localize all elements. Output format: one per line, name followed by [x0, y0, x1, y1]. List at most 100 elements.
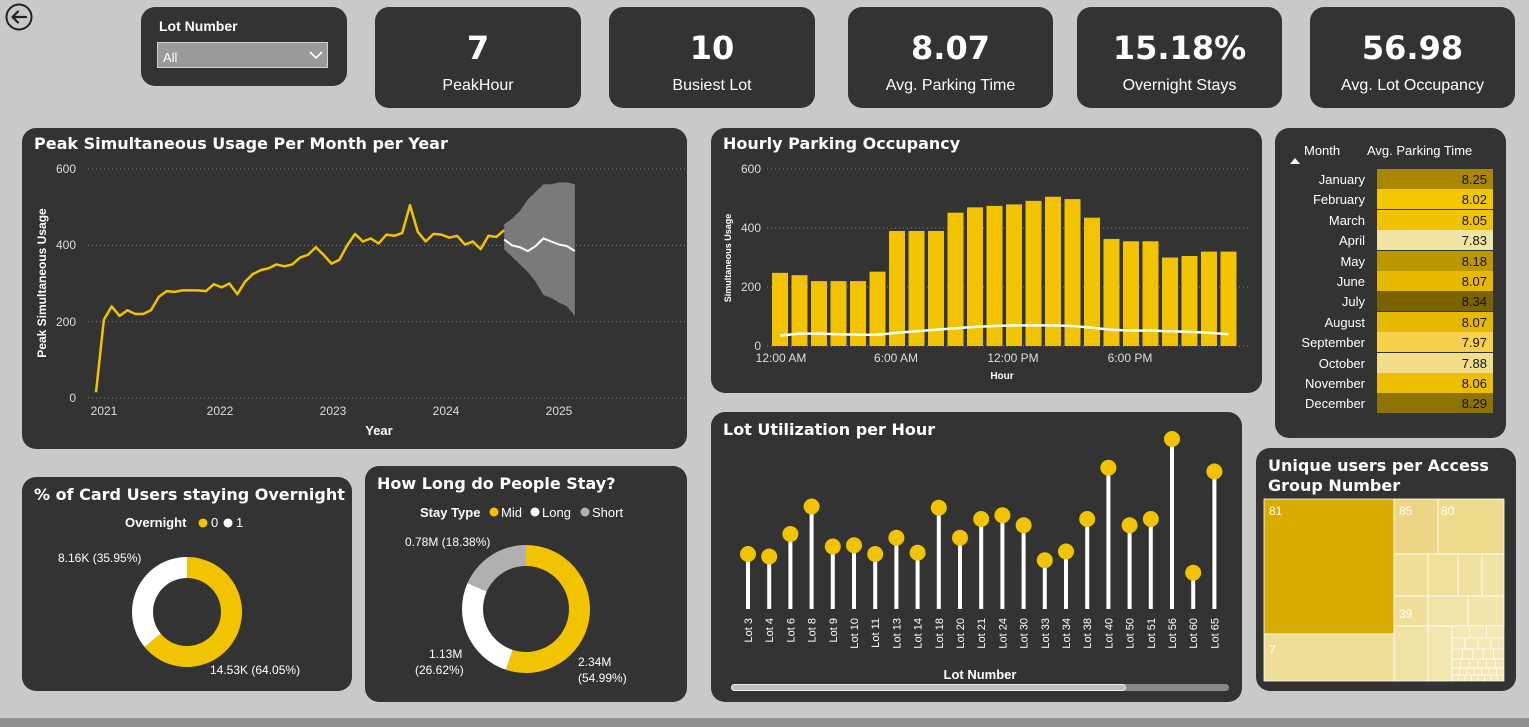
kpi-card-avg-parking-time: 8.07 Avg. Parking Time	[848, 7, 1053, 108]
scrollbar-thumb[interactable]	[731, 684, 1126, 691]
value-cell: 8.07	[1377, 311, 1493, 332]
treemap-tile	[1494, 658, 1505, 669]
donut-slice-short	[467, 545, 526, 592]
value-cell: 8.25	[1377, 169, 1493, 189]
treemap-tile	[1427, 553, 1459, 597]
table-row[interactable]: June 8.07	[1287, 271, 1493, 291]
column-header-avg-parking-time[interactable]: Avg. Parking Time	[1367, 143, 1472, 158]
legend-marker-short	[580, 507, 590, 517]
table-row[interactable]: August 8.07	[1287, 311, 1493, 332]
month-cell: July	[1341, 294, 1365, 310]
table-row[interactable]: January 8.25	[1287, 169, 1493, 189]
hourly-bar	[1064, 199, 1081, 346]
legend-label-mid: Mid	[501, 505, 522, 520]
x-tick: Lot 33	[1040, 618, 1052, 649]
table-row[interactable]: March 8.05	[1287, 209, 1493, 230]
treemap-card[interactable]: Unique users per Access Group Number 81 …	[1256, 448, 1516, 691]
month-cell: June	[1336, 274, 1365, 289]
x-tick: Lot 24	[997, 618, 1009, 649]
treemap-tile	[1490, 637, 1505, 650]
treemap-tile	[1486, 658, 1496, 669]
lollipop-head	[824, 538, 841, 555]
forecast-band	[504, 182, 575, 316]
data-label-0: 14.53K (64.05%)	[210, 663, 300, 677]
month-cell: December	[1305, 396, 1365, 412]
column-header-month[interactable]: Month	[1304, 143, 1340, 158]
legend-marker-long	[530, 507, 540, 517]
treemap-tile	[1451, 667, 1460, 676]
kpi-value: 56.98	[1361, 29, 1464, 67]
x-tick: Lot 34	[1061, 618, 1073, 649]
lollipop-head	[867, 546, 884, 562]
treemap-tile	[1473, 667, 1483, 676]
data-label-long-pct: (26.62%)	[415, 663, 464, 677]
donut-slice-1	[131, 557, 187, 647]
value-cell: 8.34	[1377, 291, 1493, 312]
x-tick: 6:00 PM	[1108, 351, 1153, 365]
lollipop-head	[930, 499, 947, 516]
hourly-occupancy-chart-card[interactable]: Hourly Parking Occupancy 600 400 200 0 1…	[711, 128, 1262, 393]
lollipop-head	[782, 526, 799, 542]
treemap-tile	[1451, 674, 1459, 682]
treemap-tile	[1462, 648, 1474, 660]
tile-label-7: 7	[1269, 643, 1276, 657]
horizontal-scrollbar[interactable]	[731, 684, 1229, 691]
back-arrow-icon[interactable]	[4, 2, 34, 32]
peak-usage-chart-card[interactable]: Peak Simultaneous Usage Per Month per Ye…	[22, 128, 687, 449]
stay-type-donut-card[interactable]: How Long do People Stay? Stay Type Mid L…	[365, 466, 687, 702]
x-tick: Lot 6	[785, 618, 797, 642]
table-row[interactable]: December 8.29	[1287, 393, 1493, 414]
table-row[interactable]: October 7.88	[1287, 352, 1493, 373]
lollipop-head	[1206, 463, 1223, 480]
treemap-tile	[1460, 658, 1470, 669]
overnight-donut-card[interactable]: % of Card Users staying Overnight Overni…	[22, 477, 352, 691]
sort-ascending-icon[interactable]	[1290, 157, 1300, 165]
lollipop-head	[740, 546, 756, 562]
x-tick: 2023	[320, 404, 347, 418]
legend-label-0: 0	[211, 515, 218, 530]
actual-line	[94, 204, 506, 393]
month-parking-time-table[interactable]: Month Avg. Parking Time January 8.25 Febru…	[1275, 128, 1506, 438]
lollipop-head	[1079, 511, 1096, 527]
kpi-value: 15.18%	[1112, 29, 1247, 67]
tile-label-80: 80	[1441, 504, 1455, 518]
treemap-tile	[1471, 674, 1479, 682]
table-row[interactable]: April 7.83	[1287, 230, 1493, 251]
x-tick: Lot 65	[1209, 618, 1221, 649]
x-tick: Lot 60	[1188, 618, 1200, 649]
treemap-tile	[1459, 667, 1468, 676]
month-cell: August	[1324, 314, 1365, 330]
lot-number-dropdown[interactable]: All	[157, 42, 328, 68]
table-row[interactable]: July 8.34	[1287, 291, 1493, 312]
treemap-tile	[1393, 625, 1429, 682]
lot-utilization-chart-card[interactable]: Lot Utilization per Hour Lot Number Lot …	[711, 412, 1242, 702]
x-tick: Lot 10	[849, 618, 861, 649]
y-tick: 0	[69, 391, 76, 405]
legend-marker-mid	[489, 507, 499, 517]
x-tick: Lot 20	[955, 618, 967, 649]
lollipop-head	[1185, 564, 1202, 581]
kpi-card-busiest-lot: 10 Busiest Lot	[609, 7, 815, 108]
value-cell: 8.05	[1377, 209, 1493, 230]
tile-label-39: 39	[1399, 607, 1413, 621]
value-text: 7.88	[1461, 355, 1487, 371]
lollipop-head	[1121, 517, 1138, 534]
table-row[interactable]: May 8.18	[1287, 250, 1493, 271]
kpi-label: Avg. Parking Time	[885, 77, 1016, 94]
lollipop-head	[888, 529, 905, 546]
table-row[interactable]: November 8.06	[1287, 373, 1493, 393]
table-row[interactable]: September 7.97	[1287, 332, 1493, 353]
treemap-tile	[1427, 595, 1469, 627]
stay-type-donut-chart: Stay Type Mid Long Short 0.78M (18.38%) …	[405, 505, 627, 685]
value-text: 8.29	[1461, 396, 1487, 412]
access-group-treemap: 81 85 80 39 7	[1263, 498, 1505, 682]
hourly-bar	[889, 230, 905, 346]
treemap-tile	[1482, 648, 1494, 660]
value-cell: 8.29	[1377, 393, 1493, 414]
treemap-tile	[1477, 658, 1488, 669]
x-axis-title: Hour	[990, 371, 1013, 382]
hourly-bar	[908, 230, 925, 346]
table-row[interactable]: February 8.02	[1287, 189, 1493, 210]
peak-usage-chart: 600 400 200 0 2021 2022 2023 2024 2025 Y…	[35, 162, 685, 438]
value-cell: 7.88	[1377, 352, 1493, 373]
